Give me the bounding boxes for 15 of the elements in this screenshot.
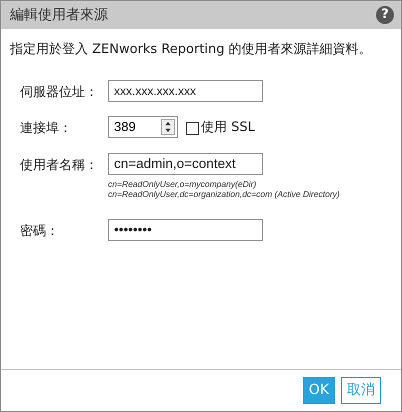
input-field[interactable]: •••••••• [108,218,263,240]
ssl-checkbox[interactable]: 使用 SSL [186,118,255,138]
spinner-arrows-icon[interactable] [161,119,175,135]
input-field[interactable]: cn=admin,o=context [108,152,263,174]
window-title: 編輯使用者來源 [10,6,108,24]
input-field[interactable]: xxx.xxx.xxx.xxx [108,80,263,102]
hint-text: cn=ReadOnlyUser,o=mycompany(eDir) [108,178,258,188]
field-label: 使用者名稱： [20,156,99,174]
field-label: 密碼： [20,222,60,240]
description-text: 指定用於登入 ZENworks Reporting 的使用者來源詳細資料。 [10,41,373,59]
field-label: 連接埠： [20,120,73,138]
hint-text: cn=ReadOnlyUser,dc=organization,dc=com (Active Directory) [108,188,340,198]
help-icon[interactable]: ? [376,6,394,24]
port-spinner[interactable]: 389 [108,116,178,138]
field-label: 伺服器位址： [20,84,99,102]
